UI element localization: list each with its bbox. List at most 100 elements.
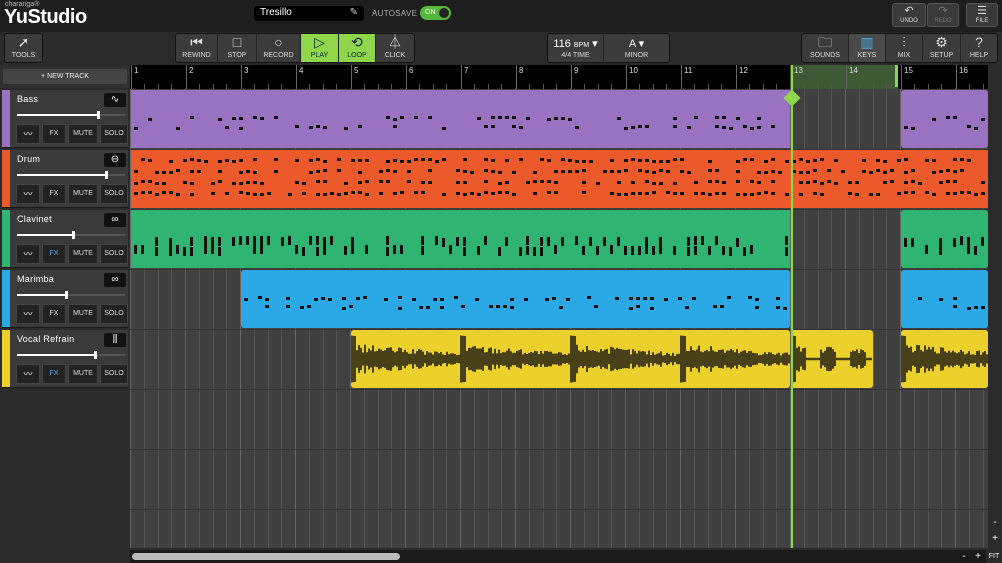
volume-slider[interactable]: [17, 294, 125, 296]
automation-icon[interactable]: 〰: [16, 184, 40, 204]
file-button[interactable]: ☰ FILE: [966, 3, 998, 27]
midi-region[interactable]: [901, 90, 988, 148]
loop-end-marker[interactable]: [895, 65, 898, 87]
track-header-vocal-refrain[interactable]: Vocal Refrain ⫼ 〰 FX MUTE SOLO: [2, 330, 128, 388]
audio-region[interactable]: [351, 330, 790, 388]
loop-icon[interactable]: ∞: [104, 213, 126, 227]
playhead[interactable]: [791, 65, 793, 548]
mute-button[interactable]: MUTE: [68, 244, 98, 264]
midi-region[interactable]: [901, 270, 988, 328]
midi-note: [386, 236, 389, 245]
midi-note: [783, 307, 787, 310]
record-button[interactable]: ○ RECORD: [257, 34, 301, 62]
fx-button[interactable]: FX: [42, 244, 66, 264]
pencil-icon[interactable]: ✎: [350, 7, 358, 18]
solo-button[interactable]: SOLO: [100, 304, 128, 324]
track-name[interactable]: Clavinet: [17, 214, 52, 224]
mute-button[interactable]: MUTE: [68, 184, 98, 204]
mix-button[interactable]: ⫶ MIX: [886, 34, 923, 62]
track-header-clavinet[interactable]: Clavinet ∞ 〰 FX MUTE SOLO: [2, 210, 128, 268]
volume-knob[interactable]: [97, 111, 100, 119]
setup-button[interactable]: ⚙ SETUP: [923, 34, 961, 62]
volume-knob[interactable]: [104, 171, 108, 179]
midi-note: [204, 160, 208, 163]
help-button[interactable]: ? HELP: [961, 34, 997, 62]
midi-note: [981, 306, 985, 309]
autosave-toggle[interactable]: ON: [420, 6, 451, 20]
midi-note: [708, 193, 712, 196]
track-header-bass[interactable]: Bass ∿ 〰 FX MUTE SOLO: [2, 90, 128, 148]
fx-button[interactable]: FX: [42, 184, 66, 204]
track-name[interactable]: Vocal Refrain: [17, 334, 74, 344]
keys-button[interactable]: ▥ KEYS: [849, 34, 886, 62]
tools-button[interactable]: ➚ TOOLS: [5, 34, 42, 62]
automation-icon[interactable]: 〰: [16, 244, 40, 264]
volume-slider[interactable]: [17, 354, 125, 356]
midi-region[interactable]: [241, 270, 790, 328]
zoom-in-button[interactable]: +: [972, 551, 984, 562]
automation-icon[interactable]: 〰: [16, 304, 40, 324]
key-button[interactable]: A ▾ MINOR: [604, 34, 669, 62]
midi-region[interactable]: [131, 210, 790, 268]
volume-slider[interactable]: [17, 114, 125, 116]
track-name[interactable]: Bass: [17, 94, 38, 104]
solo-button[interactable]: SOLO: [100, 364, 128, 384]
play-button[interactable]: ▷ PLAY: [301, 34, 339, 62]
loop-region[interactable]: [790, 65, 898, 89]
track-header-drum[interactable]: Drum ⊖ 〰 FX MUTE SOLO: [2, 150, 128, 208]
new-track-button[interactable]: + NEW TRACK: [3, 69, 127, 84]
redo-button[interactable]: ↷ REDO: [927, 3, 959, 27]
undo-button[interactable]: ↶ UNDO: [892, 3, 926, 27]
midi-region[interactable]: [131, 90, 790, 148]
mute-button[interactable]: MUTE: [68, 124, 98, 144]
fx-button[interactable]: FX: [42, 124, 66, 144]
midi-note: [176, 169, 180, 172]
volume-slider[interactable]: [17, 234, 125, 236]
zoom-out-button[interactable]: -: [958, 551, 970, 562]
midi-note: [785, 193, 789, 196]
volume-knob[interactable]: [93, 351, 97, 359]
track-header-marimba[interactable]: Marimba ∞ 〰 FX MUTE SOLO: [2, 270, 128, 328]
track-name[interactable]: Marimba: [17, 274, 54, 284]
horizontal-scrollbar[interactable]: [130, 550, 986, 563]
loop-button[interactable]: ⟲ LOOP: [339, 34, 376, 62]
fx-button[interactable]: FX: [42, 364, 66, 384]
drum-icon[interactable]: ⊖: [104, 153, 126, 167]
timeline-ruler[interactable]: 1 2 3 4 5 6 7 8 9 10 11 12 13 14 15 16: [130, 65, 988, 89]
tempo-button[interactable]: 116 BPM ▾ 4/4 TIME: [548, 34, 604, 62]
solo-button[interactable]: SOLO: [100, 244, 128, 264]
midi-region[interactable]: [131, 150, 988, 208]
midi-region[interactable]: [901, 210, 988, 268]
arrangement-grid[interactable]: [130, 89, 988, 548]
automation-icon[interactable]: 〰: [16, 124, 40, 144]
zoom-fit-button[interactable]: FIT: [986, 553, 1002, 560]
wave-icon[interactable]: ∿: [104, 93, 126, 107]
midi-note: [246, 236, 249, 245]
midi-note: [834, 182, 838, 185]
volume-knob[interactable]: [72, 231, 76, 239]
volume-slider[interactable]: [17, 174, 125, 176]
volume-knob[interactable]: [64, 291, 68, 299]
project-name-field[interactable]: Tresillo ✎: [254, 6, 364, 21]
vzoom-out-button[interactable]: -: [989, 517, 1001, 528]
bar-number: 9: [571, 65, 578, 89]
vzoom-in-button[interactable]: +: [989, 533, 1001, 544]
click-button[interactable]: ⏃ CLICK: [376, 34, 414, 62]
midi-note: [400, 160, 404, 163]
scroll-thumb[interactable]: [132, 553, 400, 560]
audio-icon[interactable]: ⫼: [104, 333, 126, 347]
mute-button[interactable]: MUTE: [68, 304, 98, 324]
solo-button[interactable]: SOLO: [100, 124, 128, 144]
rewind-button[interactable]: ⏮ REWIND: [176, 34, 218, 62]
audio-region[interactable]: [791, 330, 873, 388]
mute-button[interactable]: MUTE: [68, 364, 98, 384]
sounds-button[interactable]: 🗀 SOUNDS: [802, 34, 849, 62]
midi-note: [713, 305, 717, 308]
track-name[interactable]: Drum: [17, 154, 40, 164]
solo-button[interactable]: SOLO: [100, 184, 128, 204]
fx-button[interactable]: FX: [42, 304, 66, 324]
loop-icon[interactable]: ∞: [104, 273, 126, 287]
stop-button[interactable]: □ STOP: [218, 34, 257, 62]
audio-region[interactable]: [901, 330, 988, 388]
automation-icon[interactable]: 〰: [16, 364, 40, 384]
